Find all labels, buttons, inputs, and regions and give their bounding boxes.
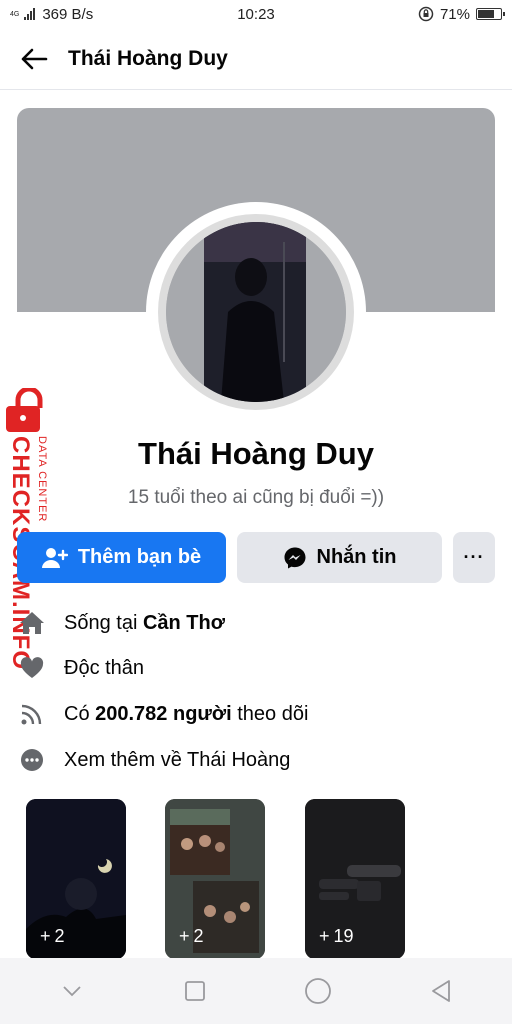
message-button[interactable]: Nhắn tin [237,532,442,583]
profile-bio: 15 tuổi theo ai cũng bị đuổi =)) [127,487,385,508]
chevron-down-icon [62,986,81,997]
lock-icon [6,388,43,432]
lives-prefix: Sống tại [64,611,143,634]
battery-icon [476,8,505,20]
signal-icon [24,8,36,20]
arrow-left-icon [21,48,48,69]
photo-3[interactable]: +19 [305,799,405,959]
nav-collapse-button[interactable] [42,961,102,1021]
add-friend-label: Thêm bạn bè [77,546,202,568]
plus-icon: + [319,926,330,946]
photo-1[interactable]: +2 [26,799,126,959]
followers-count: 200.782 người [95,702,232,725]
more-options-button[interactable]: ··· [453,532,495,583]
rss-icon [17,699,47,729]
heart-icon [17,653,47,683]
add-friend-button[interactable]: Thêm bạn bè [17,532,226,583]
network-speed: 369 B/s [42,5,94,23]
photo-2-count: 2 [193,926,204,946]
system-nav-bar [0,958,512,1024]
network-type: 4G [10,10,20,18]
photo-2[interactable]: +2 [165,799,265,959]
add-friend-icon [41,547,68,568]
photo-3-count: 19 [333,926,354,946]
battery-percent: 71% [439,5,470,23]
plus-icon: + [40,926,51,946]
app-header: Thái Hoàng Duy [0,28,512,90]
info-lives-in: Sống tại Cần Thơ [17,603,225,643]
checkscam-watermark: CHECKSCAM.INFO DATA CENTER [4,388,54,670]
triangle-back-icon [431,980,450,1002]
nav-home-button[interactable] [288,961,348,1021]
circle-icon [304,978,331,1004]
nav-recents-button[interactable] [165,961,225,1021]
lives-city[interactable]: Cần Thơ [143,612,225,634]
avatar [158,214,354,410]
profile-name: Thái Hoàng Duy [138,436,374,471]
photo-1-count: 2 [54,926,65,946]
info-followers[interactable]: Có 200.782 người theo dõi [17,694,308,734]
status-bar: 4G 369 B/s 10:23 71% [0,0,512,28]
followers-suffix: theo dõi [231,702,309,725]
more-dots-icon [17,745,47,775]
info-relationship: Độc thân [17,648,144,688]
home-icon [17,608,47,638]
nav-back-button[interactable] [411,961,471,1021]
rotation-lock-icon [418,6,434,22]
more-icon: ··· [463,547,485,567]
square-icon [184,981,205,1001]
avatar-image [166,222,346,402]
message-label: Nhắn tin [316,546,397,568]
see-more-about: Xem thêm về Thái Hoàng [64,748,291,771]
profile-picture[interactable] [146,202,366,422]
info-see-more[interactable]: Xem thêm về Thái Hoàng [17,740,290,780]
followers-prefix: Có [64,702,96,725]
back-button[interactable] [0,28,68,90]
plus-icon: + [179,926,190,946]
relationship-status: Độc thân [64,656,145,679]
messenger-icon [284,547,305,568]
header-title: Thái Hoàng Duy [68,46,228,70]
